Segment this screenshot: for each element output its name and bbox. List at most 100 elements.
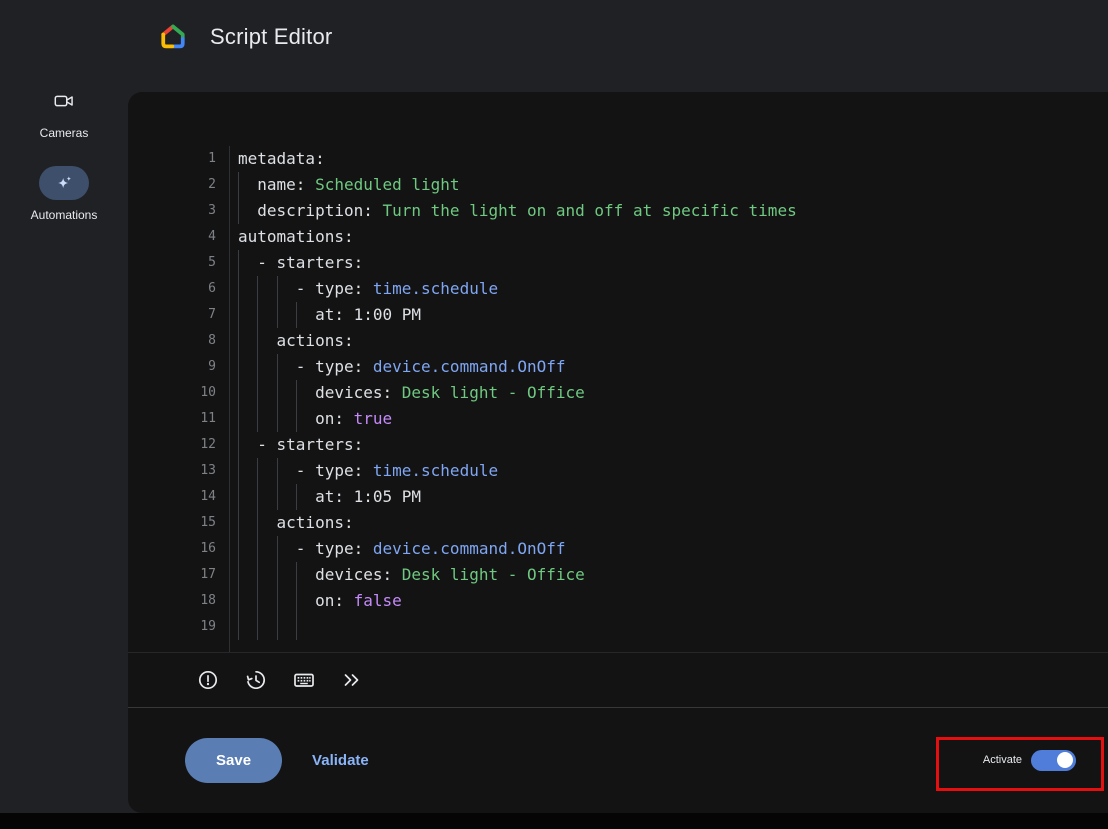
code-line[interactable]: on: true	[238, 406, 1108, 432]
code-line[interactable]: - type: time.schedule	[238, 458, 1108, 484]
line-number: 16	[184, 536, 229, 562]
activate-control: Activate	[983, 750, 1076, 771]
indent-guide	[257, 536, 276, 562]
code-token: -	[257, 435, 276, 454]
activate-toggle[interactable]	[1031, 750, 1076, 771]
indent-guide	[257, 484, 276, 510]
code-token: time.schedule	[363, 461, 498, 480]
code-line[interactable]: - type: device.command.OnOff	[238, 536, 1108, 562]
indent-guide	[296, 406, 315, 432]
code-token: actions:	[277, 331, 354, 350]
page-title: Script Editor	[210, 24, 332, 50]
code-token: starters:	[277, 253, 364, 272]
code-token: -	[296, 279, 315, 298]
code-line[interactable]: - starters:	[238, 250, 1108, 276]
code-token: actions:	[277, 513, 354, 532]
sidebar-item-cameras[interactable]: Cameras	[39, 84, 89, 140]
code-token: device.command.OnOff	[363, 357, 565, 376]
line-number: 17	[184, 562, 229, 588]
code-line[interactable]: automations:	[238, 224, 1108, 250]
code-editor[interactable]: 12345678910111213141516171819 metadata:n…	[184, 140, 1108, 652]
code-token: devices:	[315, 383, 392, 402]
code-token: 1:00 PM	[344, 305, 421, 324]
indent-guide	[238, 406, 257, 432]
code-token: description:	[257, 201, 373, 220]
code-line[interactable]: description: Turn the light on and off a…	[238, 198, 1108, 224]
code-token: -	[296, 539, 315, 558]
line-number: 18	[184, 588, 229, 614]
code-token: false	[344, 591, 402, 610]
indent-guide	[277, 562, 296, 588]
indent-guide	[277, 458, 296, 484]
code-line[interactable]	[238, 614, 1108, 640]
indent-guide	[238, 458, 257, 484]
indent-guide	[257, 328, 276, 354]
code-line[interactable]: actions:	[238, 510, 1108, 536]
validate-button[interactable]: Validate	[312, 752, 369, 769]
code-token: Desk light - Office	[392, 383, 585, 402]
code-token: name:	[257, 175, 305, 194]
indent-guide	[296, 562, 315, 588]
line-number: 14	[184, 484, 229, 510]
sidebar-item-label: Cameras	[40, 126, 89, 140]
line-number: 15	[184, 510, 229, 536]
indent-guide	[238, 172, 257, 198]
indent-guide	[257, 458, 276, 484]
indent-guide	[277, 536, 296, 562]
code-line[interactable]: at: 1:05 PM	[238, 484, 1108, 510]
indent-guide	[257, 276, 276, 302]
code-token: at:	[315, 305, 344, 324]
double-chevron-icon[interactable]	[340, 668, 364, 692]
save-button[interactable]: Save	[185, 738, 282, 783]
code-line[interactable]: actions:	[238, 328, 1108, 354]
indent-guide	[277, 484, 296, 510]
sidebar-item-label: Automations	[31, 208, 98, 222]
code-line[interactable]: metadata:	[238, 146, 1108, 172]
action-bar: Save Validate Activate	[128, 708, 1108, 812]
error-icon[interactable]	[196, 668, 220, 692]
indent-guide	[277, 276, 296, 302]
indent-guide	[238, 302, 257, 328]
indent-guide	[257, 562, 276, 588]
indent-guide	[277, 614, 296, 640]
indent-guide	[238, 198, 257, 224]
indent-guide	[238, 562, 257, 588]
indent-guide	[257, 614, 276, 640]
code-line[interactable]: devices: Desk light - Office	[238, 380, 1108, 406]
app-header: Script Editor	[158, 22, 332, 52]
code-token: at:	[315, 487, 344, 506]
indent-guide	[257, 302, 276, 328]
line-number: 5	[184, 250, 229, 276]
indent-guide	[238, 276, 257, 302]
line-number: 8	[184, 328, 229, 354]
indent-guide	[257, 354, 276, 380]
code-token: -	[296, 461, 315, 480]
code-lines[interactable]: metadata:name: Scheduled lightdescriptio…	[230, 146, 1108, 652]
keyboard-icon[interactable]	[292, 668, 316, 692]
code-token: starters:	[277, 435, 364, 454]
sidebar: Cameras Automations	[0, 84, 128, 222]
code-line[interactable]: devices: Desk light - Office	[238, 562, 1108, 588]
code-line[interactable]: - starters:	[238, 432, 1108, 458]
indent-guide	[238, 250, 257, 276]
line-number: 13	[184, 458, 229, 484]
indent-guide	[257, 588, 276, 614]
code-line[interactable]: on: false	[238, 588, 1108, 614]
indent-guide	[238, 328, 257, 354]
code-line[interactable]: at: 1:00 PM	[238, 302, 1108, 328]
indent-guide	[238, 588, 257, 614]
line-number: 9	[184, 354, 229, 380]
sidebar-item-automations[interactable]: Automations	[31, 166, 98, 222]
code-line[interactable]: - type: time.schedule	[238, 276, 1108, 302]
line-number: 1	[184, 146, 229, 172]
code-token: automations:	[238, 227, 354, 246]
code-line[interactable]: name: Scheduled light	[238, 172, 1108, 198]
code-token: Turn the light on and off at specific ti…	[373, 201, 797, 220]
indent-guide	[257, 406, 276, 432]
code-line[interactable]: - type: device.command.OnOff	[238, 354, 1108, 380]
code-token: on:	[315, 409, 344, 428]
code-token: metadata:	[238, 149, 325, 168]
sparkle-icon	[39, 166, 89, 200]
code-token: -	[257, 253, 276, 272]
history-icon[interactable]	[244, 668, 268, 692]
